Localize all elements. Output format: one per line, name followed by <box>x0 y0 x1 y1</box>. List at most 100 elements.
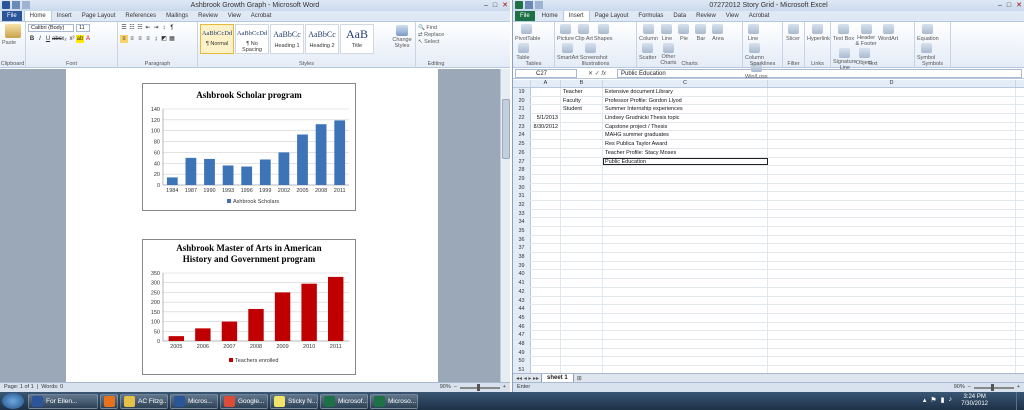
cell-c[interactable] <box>603 279 768 287</box>
insert-picture-button[interactable]: Picture <box>557 24 574 42</box>
cell-b[interactable] <box>561 235 603 244</box>
cell-a[interactable] <box>531 357 561 365</box>
cell-b[interactable] <box>561 166 603 174</box>
align-left-icon[interactable]: ≡ <box>120 35 128 43</box>
cell-b[interactable] <box>561 305 603 313</box>
tab-file[interactable]: File <box>515 11 535 21</box>
row-header[interactable]: 46 <box>513 322 531 331</box>
cell-a[interactable] <box>531 322 561 331</box>
insert-smartart-button[interactable]: SmartArt <box>557 43 579 61</box>
column-header-b[interactable]: B <box>561 80 603 87</box>
taskbar-item[interactable]: For Ellen... <box>28 393 98 409</box>
undo-icon[interactable] <box>535 1 543 9</box>
cell-a[interactable] <box>531 88 561 96</box>
increase-indent-icon[interactable]: ⇥ <box>152 24 160 32</box>
cell-b[interactable] <box>561 279 603 287</box>
cell-b[interactable] <box>561 270 603 279</box>
cell-d[interactable] <box>768 96 1016 105</box>
italic-button[interactable]: I <box>36 35 44 43</box>
insert-area-button[interactable]: Area <box>710 24 726 42</box>
find-button[interactable]: 🔍 Find <box>418 25 437 31</box>
cell-d[interactable] <box>768 174 1016 183</box>
cell-c[interactable]: Teacher Profile: Stacy Moses <box>603 148 768 157</box>
insert-hyperlink-button[interactable]: Hyperlink <box>807 24 830 42</box>
minimize-button[interactable]: – <box>998 0 1002 11</box>
borders-icon[interactable]: ▦ <box>168 35 176 43</box>
cell-b[interactable] <box>561 140 603 148</box>
zoom-slider[interactable] <box>459 383 500 391</box>
cell-a[interactable] <box>531 261 561 270</box>
cell-c[interactable] <box>603 227 768 235</box>
zoom-level[interactable]: 90% <box>954 383 965 392</box>
sort-icon[interactable]: ↕ <box>160 24 168 32</box>
row-header[interactable]: 35 <box>513 227 531 235</box>
zoom-slider-thumb[interactable] <box>476 383 480 391</box>
align-right-icon[interactable]: ≡ <box>136 35 144 43</box>
row-header[interactable]: 26 <box>513 148 531 157</box>
column-header-c[interactable]: C <box>603 80 768 87</box>
show-desktop-button[interactable] <box>1016 392 1024 410</box>
justify-icon[interactable]: ≡ <box>144 35 152 43</box>
row-header[interactable]: 44 <box>513 305 531 313</box>
cell-b[interactable]: Teacher <box>561 88 603 96</box>
insert-header-footer-button[interactable]: Header & Footer <box>855 24 877 47</box>
cell-c[interactable] <box>603 166 768 174</box>
start-button[interactable] <box>2 393 24 409</box>
cell-a[interactable] <box>531 244 561 253</box>
cancel-icon[interactable]: ✕ <box>588 71 593 77</box>
paste-button[interactable]: Paste <box>2 40 16 46</box>
cell-d[interactable] <box>768 253 1016 261</box>
insert-signature-line-button[interactable]: Signature Line <box>833 48 857 71</box>
cell-d[interactable] <box>768 235 1016 244</box>
cell-a[interactable] <box>531 200 561 209</box>
cell-a[interactable] <box>531 305 561 313</box>
tab-home[interactable]: Home <box>23 10 52 21</box>
tab-insert[interactable]: Insert <box>52 11 77 21</box>
row-header[interactable]: 43 <box>513 296 531 305</box>
cell-d[interactable] <box>768 192 1016 200</box>
cell-b[interactable]: Faculty <box>561 96 603 105</box>
cell-a[interactable] <box>531 131 561 140</box>
cell-c[interactable]: Summer Internship experiences <box>603 105 768 114</box>
decrease-indent-icon[interactable]: ⇤ <box>144 24 152 32</box>
tray-arrow-icon[interactable]: ▴ <box>923 396 927 404</box>
tab-acrobat[interactable]: Acrobat <box>744 11 775 21</box>
cell-a[interactable] <box>531 235 561 244</box>
cell-c[interactable] <box>603 287 768 296</box>
insert-column-button[interactable]: Column <box>639 24 658 42</box>
row-header[interactable]: 21 <box>513 105 531 114</box>
cell-c[interactable] <box>603 270 768 279</box>
row-header[interactable]: 33 <box>513 209 531 218</box>
cell-d[interactable] <box>768 148 1016 157</box>
cell-d[interactable] <box>768 218 1016 226</box>
change-styles-button[interactable]: Change Styles <box>391 25 413 49</box>
superscript-button[interactable]: x² <box>68 35 76 43</box>
row-header[interactable]: 39 <box>513 261 531 270</box>
cell-c[interactable]: Professor Profile: Gordon Llyod <box>603 96 768 105</box>
row-header[interactable]: 42 <box>513 287 531 296</box>
cell-b[interactable] <box>561 296 603 305</box>
tab-review[interactable]: Review <box>193 11 223 21</box>
insert-pivottable-button[interactable]: PivotTable <box>515 24 540 42</box>
volume-icon[interactable]: ♪ <box>949 396 953 404</box>
tab-references[interactable]: References <box>120 11 161 21</box>
insert-clip-art-button[interactable]: Clip Art <box>575 24 593 42</box>
scholar-chart[interactable]: Ashbrook Scholar program 0 20 40 60 80 100 120… <box>142 83 356 211</box>
tab-page-layout[interactable]: Page Layout <box>590 11 634 21</box>
insert-sheet-icon[interactable]: ⊞ <box>577 375 582 382</box>
cell-b[interactable] <box>561 209 603 218</box>
cell-d[interactable] <box>768 322 1016 331</box>
save-icon[interactable] <box>12 1 20 9</box>
taskbar-item[interactable] <box>100 393 118 409</box>
cell-c[interactable] <box>603 348 768 357</box>
row-header[interactable]: 30 <box>513 183 531 192</box>
row-header[interactable]: 45 <box>513 313 531 322</box>
subscript-button[interactable]: x₂ <box>60 35 68 43</box>
cell-d[interactable] <box>768 140 1016 148</box>
zoom-out-button[interactable]: – <box>454 383 457 392</box>
style-normal[interactable]: AaBbCcDd ¶ Normal <box>200 24 234 54</box>
bullets-icon[interactable]: ☰ <box>120 24 128 32</box>
row-header[interactable]: 40 <box>513 270 531 279</box>
cell-c[interactable]: Capstone project / Thesis <box>603 122 768 131</box>
cell-a[interactable] <box>531 209 561 218</box>
